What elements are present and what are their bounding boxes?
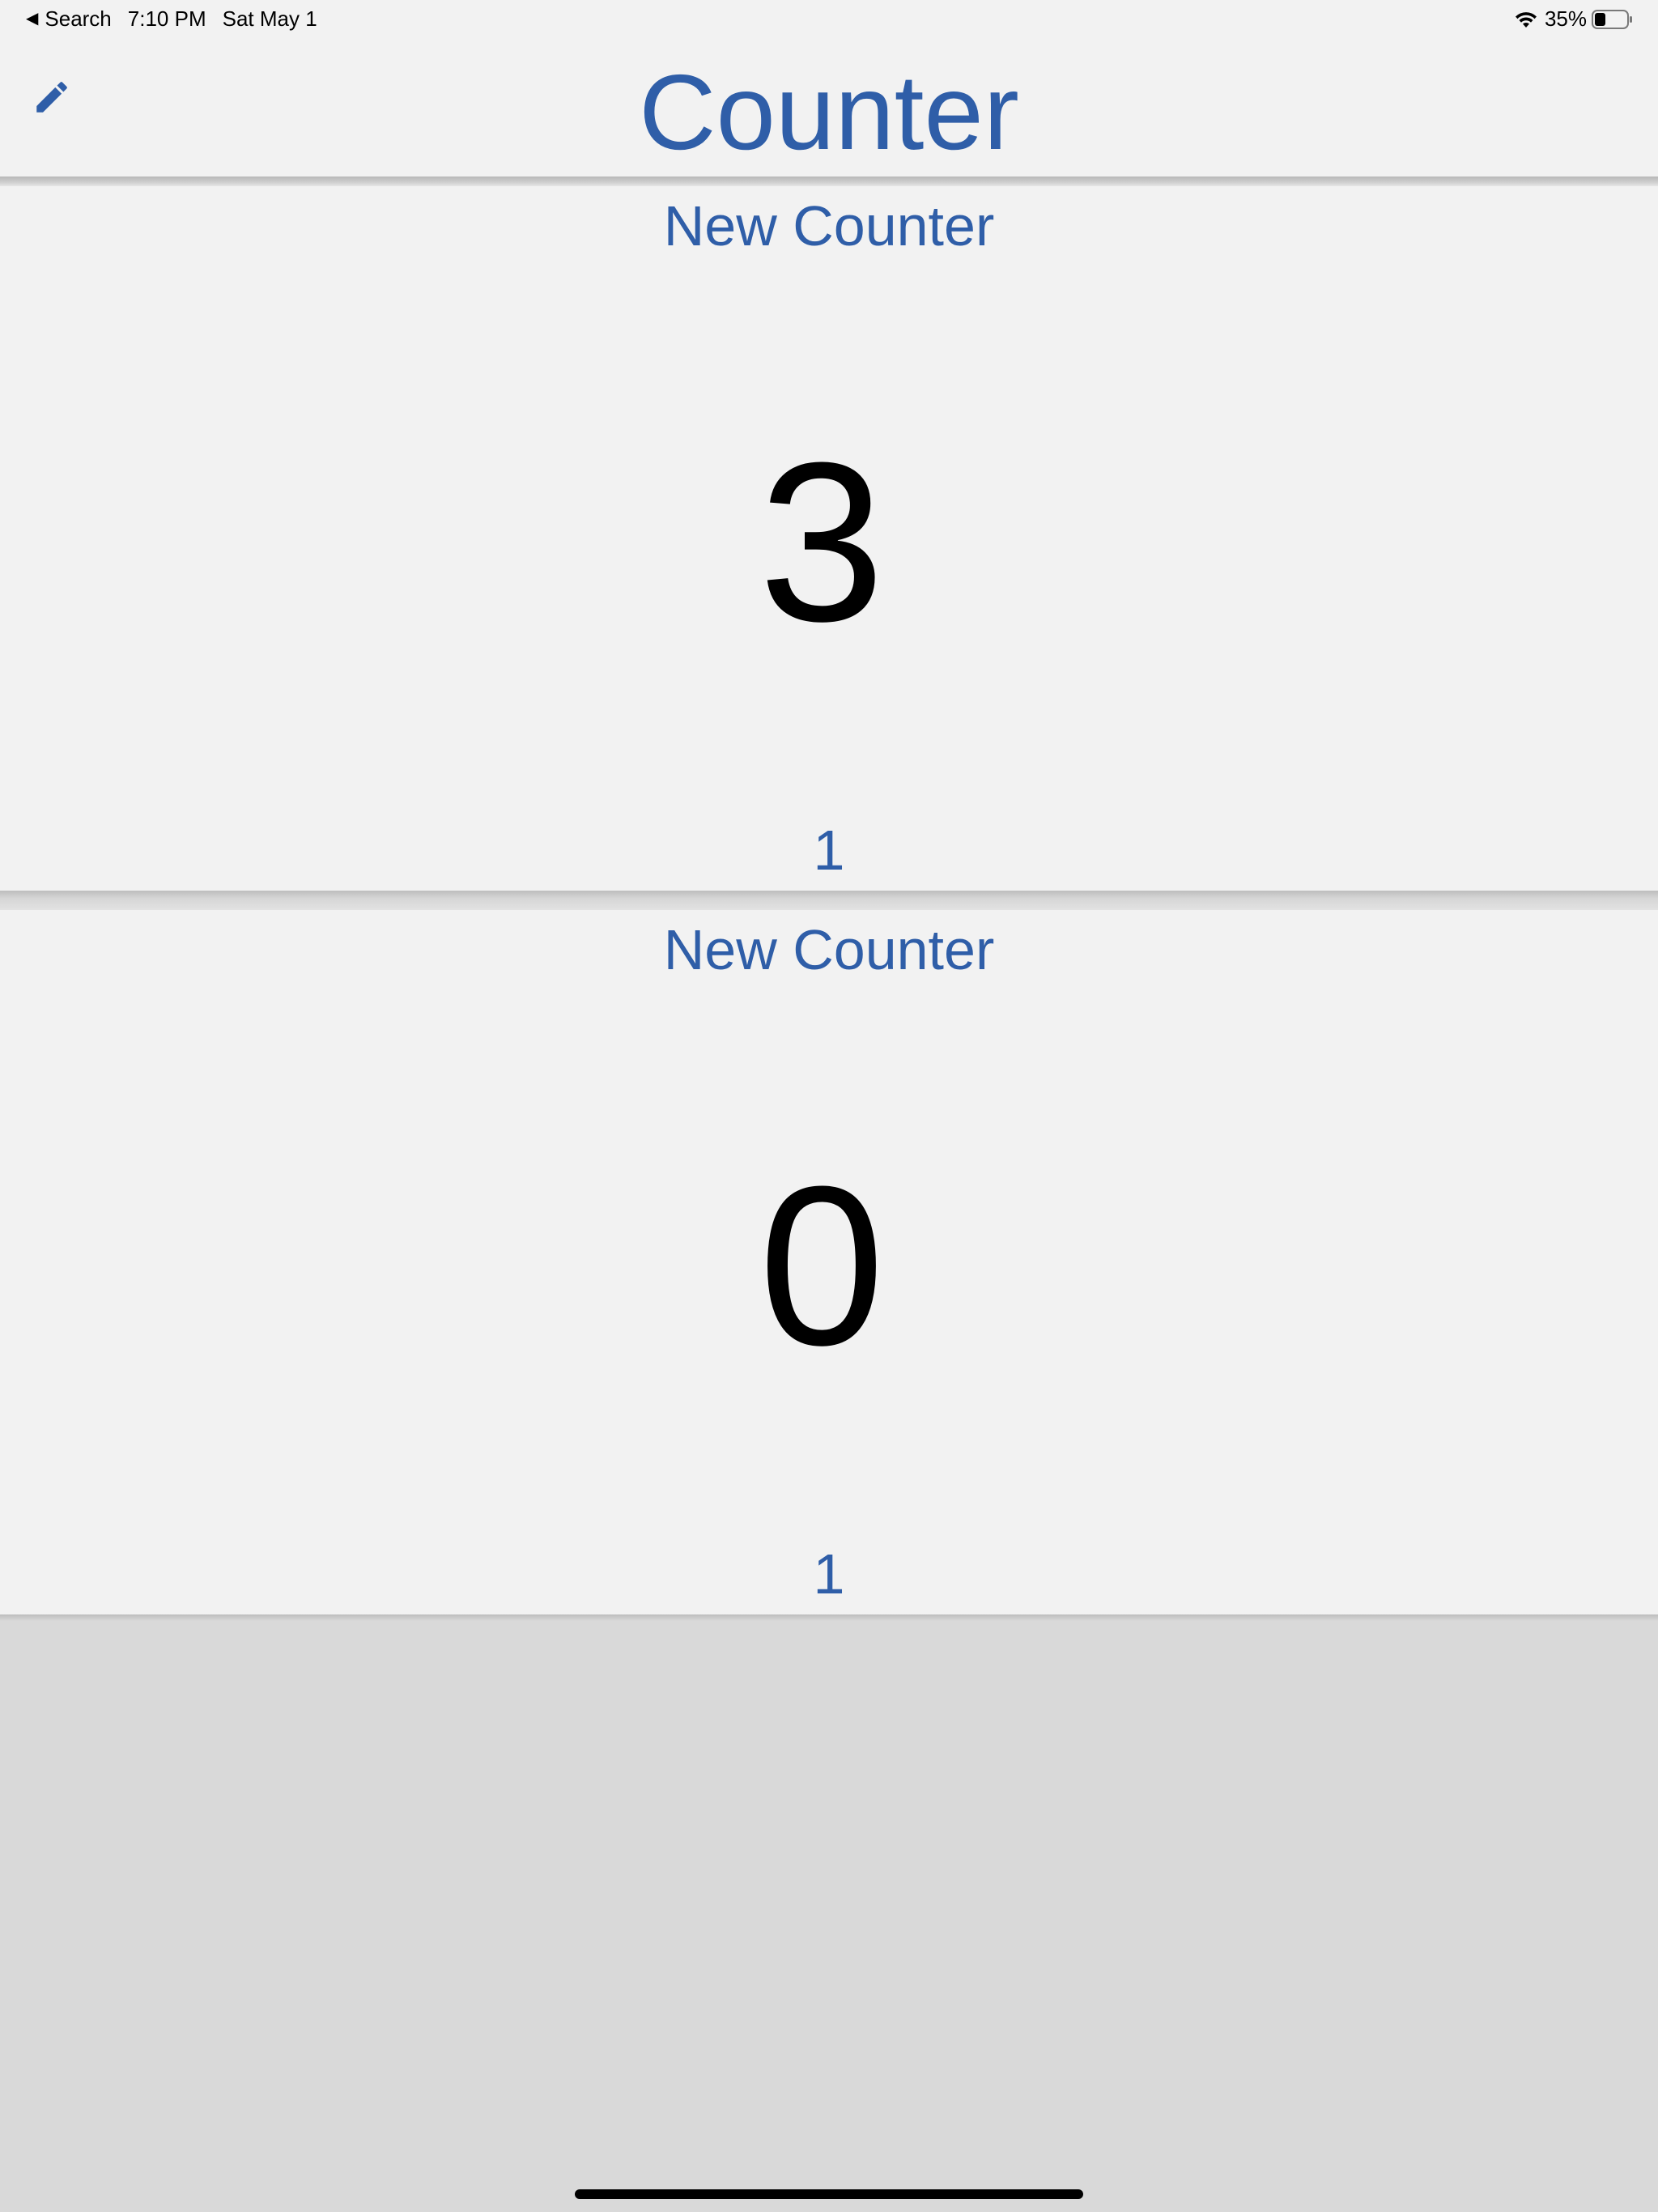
navigation-bar: Counter [0,39,1658,177]
counter-card[interactable]: New Counter 3 1 [0,186,1658,891]
battery-percent: 35% [1544,6,1587,31]
status-bar: ◀ Search 7:10 PM Sat May 1 35% [0,0,1658,39]
home-indicator[interactable] [575,2189,1083,2199]
counter-card[interactable]: New Counter 0 1 [0,910,1658,1614]
counter-name[interactable]: New Counter [0,189,1658,262]
status-right: 35% [1514,6,1634,32]
counter-name[interactable]: New Counter [0,913,1658,986]
battery-icon [1592,9,1632,29]
counter-value: 0 [759,1140,885,1393]
status-time: 7:10 PM [127,6,206,31]
nav-divider [0,177,1658,186]
back-arrow-icon[interactable]: ◀ [26,8,38,28]
counter-value: 3 [759,416,885,669]
card-divider [0,891,1658,910]
wifi-icon [1515,11,1537,28]
counter-step[interactable]: 1 [0,818,1658,883]
status-date: Sat May 1 [222,6,317,31]
card-divider [0,1614,1658,1621]
counter-step[interactable]: 1 [0,1542,1658,1606]
status-left: ◀ Search 7:10 PM Sat May 1 [26,6,317,32]
page-title: Counter [639,53,1019,172]
battery-fill [1595,12,1605,26]
back-to-app-label[interactable]: Search [45,6,111,32]
